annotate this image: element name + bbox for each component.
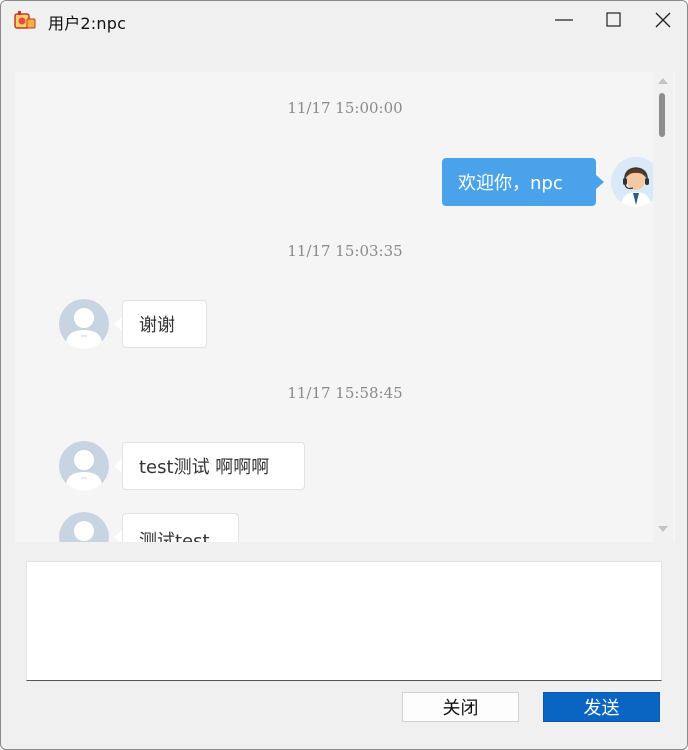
scroll-thumb[interactable] [659,93,665,137]
bubble-tail [596,175,604,189]
close-button[interactable]: 关闭 [402,692,519,722]
bubble-tail [114,317,122,331]
message-text: test测试 啊啊啊 [139,457,270,478]
user-avatar-icon [59,299,109,349]
minimize-icon [555,19,573,21]
maximize-icon [606,12,621,27]
bubble-tail [114,459,122,473]
bubble-tail [114,530,122,542]
message-text: 测试test [139,531,210,542]
chat-window: 用户2:npc 11/17 15:00:00 欢迎你，npc 11/17 15:… [0,0,688,750]
minimize-button[interactable] [539,1,589,39]
message-input[interactable] [26,561,662,681]
scroll-up-arrow-icon[interactable] [658,78,668,84]
close-window-button[interactable] [638,1,687,39]
message-bubble-peer[interactable]: test测试 啊啊啊 [122,442,305,490]
scrollbar[interactable] [653,72,673,542]
message-timestamp: 11/17 15:58:45 [287,384,403,402]
maximize-button[interactable] [589,1,639,39]
message-list[interactable]: 11/17 15:00:00 欢迎你，npc 11/17 15:03:35 谢谢… [15,72,675,542]
message-bubble-self[interactable]: 欢迎你，npc [442,158,596,206]
message-bubble-peer[interactable]: 谢谢 [122,300,207,348]
message-text: 欢迎你，npc [458,173,563,194]
close-icon [655,12,671,28]
user-avatar-icon [59,441,109,491]
title-bar[interactable]: 用户2:npc [1,1,687,39]
send-button[interactable]: 发送 [543,692,660,722]
user-avatar-icon [59,512,109,542]
message-text: 谢谢 [139,315,175,336]
message-timestamp: 11/17 15:03:35 [287,242,403,260]
scroll-down-arrow-icon[interactable] [658,526,668,532]
app-icon [14,11,36,29]
message-bubble-peer[interactable]: 测试test [122,513,239,542]
window-title: 用户2:npc [48,14,127,33]
message-timestamp: 11/17 15:00:00 [287,99,403,117]
